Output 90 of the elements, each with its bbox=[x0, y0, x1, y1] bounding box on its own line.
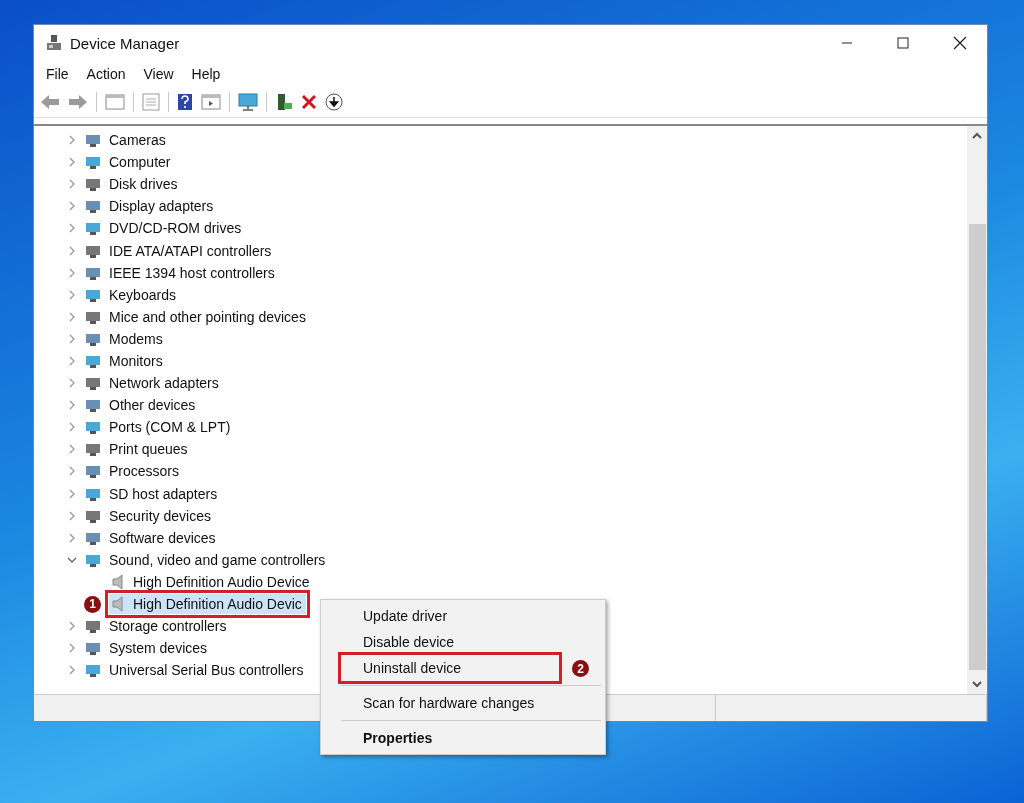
expand-chevron-icon[interactable] bbox=[67, 621, 77, 632]
device-category-icon bbox=[85, 662, 101, 679]
tree-item[interactable]: Mice and other pointing devices bbox=[109, 308, 306, 325]
step-badge: 1 bbox=[84, 595, 101, 613]
scrollbar[interactable] bbox=[967, 126, 987, 694]
tree-item[interactable]: IEEE 1394 host controllers bbox=[109, 264, 275, 281]
expand-chevron-icon[interactable] bbox=[67, 643, 77, 654]
context-menu-item[interactable]: Uninstall device bbox=[341, 655, 559, 681]
back-arrow-icon[interactable] bbox=[40, 94, 60, 110]
scrollbar-thumb[interactable] bbox=[968, 224, 986, 670]
tree-item[interactable]: Computer bbox=[109, 154, 171, 171]
monitor-icon[interactable] bbox=[238, 93, 258, 111]
device-category-icon bbox=[85, 397, 101, 414]
expand-chevron-icon[interactable] bbox=[67, 532, 77, 543]
speaker-icon bbox=[111, 573, 125, 590]
expand-chevron-icon[interactable] bbox=[67, 488, 77, 499]
tree-item[interactable]: Monitors bbox=[109, 353, 163, 369]
help-icon[interactable] bbox=[177, 93, 193, 111]
device-category-icon bbox=[85, 154, 101, 171]
expand-chevron-icon[interactable] bbox=[67, 400, 77, 411]
tree-item[interactable]: Storage controllers bbox=[109, 618, 227, 635]
device-category-icon bbox=[85, 618, 101, 635]
tree-item[interactable]: Sound, video and game controllers bbox=[109, 551, 326, 568]
tree-item[interactable]: Ports (COM & LPT) bbox=[109, 419, 231, 436]
context-menu-item[interactable]: Disable device bbox=[341, 629, 601, 655]
menu-item[interactable]: File bbox=[46, 66, 69, 82]
device-category-icon bbox=[85, 198, 101, 215]
device-category-icon bbox=[85, 353, 101, 369]
device-category-icon bbox=[85, 132, 101, 149]
device-category-icon bbox=[85, 419, 101, 436]
tree-item[interactable]: Modems bbox=[109, 330, 163, 347]
device-category-icon bbox=[85, 463, 101, 480]
maximize-icon[interactable] bbox=[897, 37, 909, 49]
tree-item[interactable]: SD host adapters bbox=[109, 485, 218, 502]
expand-chevron-icon[interactable] bbox=[67, 665, 77, 676]
close-icon[interactable] bbox=[953, 36, 967, 50]
expand-chevron-icon[interactable] bbox=[67, 267, 77, 278]
tree-item[interactable]: System devices bbox=[109, 640, 208, 657]
expand-chevron-icon[interactable] bbox=[67, 444, 77, 455]
expand-chevron-icon[interactable] bbox=[67, 135, 77, 146]
tree-item[interactable]: Keyboards bbox=[109, 286, 176, 303]
tree-item[interactable]: Processors bbox=[109, 463, 180, 480]
tree-item[interactable]: High Definition Audio Device bbox=[109, 571, 314, 592]
speaker-icon bbox=[111, 596, 125, 612]
forward-arrow-icon[interactable] bbox=[68, 94, 88, 110]
expand-chevron-icon[interactable] bbox=[67, 378, 77, 389]
device-category-icon bbox=[85, 640, 101, 657]
tree-item[interactable]: Print queues bbox=[109, 441, 188, 458]
menu-item[interactable]: Help bbox=[191, 66, 221, 82]
expand-chevron-icon[interactable] bbox=[67, 311, 77, 322]
expand-chevron-icon[interactable] bbox=[67, 179, 77, 190]
expand-chevron-icon[interactable] bbox=[67, 245, 77, 256]
tree-item[interactable]: Other devices bbox=[109, 397, 196, 414]
window-icon[interactable] bbox=[201, 94, 221, 110]
expand-chevron-icon[interactable] bbox=[67, 356, 77, 366]
expand-chevron-icon[interactable] bbox=[67, 422, 77, 433]
tree-item[interactable]: Network adapters bbox=[109, 375, 219, 392]
expand-chevron-icon[interactable] bbox=[67, 201, 77, 212]
tree-item[interactable]: Software devices bbox=[109, 529, 216, 546]
tree-item[interactable]: Security devices bbox=[109, 507, 211, 524]
tree-item[interactable]: IDE ATA/ATAPI controllers bbox=[109, 242, 272, 259]
scroll-down-icon[interactable] bbox=[972, 680, 982, 688]
expand-chevron-icon[interactable] bbox=[67, 289, 77, 300]
step-badge: 2 bbox=[572, 660, 589, 677]
tree-item[interactable]: Universal Serial Bus controllers bbox=[109, 662, 304, 679]
device-category-icon bbox=[85, 375, 101, 392]
download-icon[interactable] bbox=[325, 93, 343, 111]
device-icon[interactable] bbox=[275, 93, 293, 111]
menu-item[interactable]: Action bbox=[86, 66, 126, 82]
tree-item[interactable]: DVD/CD-ROM drives bbox=[109, 220, 242, 237]
context-menu-item[interactable]: Update driver bbox=[341, 603, 601, 629]
list-icon[interactable] bbox=[142, 93, 160, 111]
expand-chevron-icon[interactable] bbox=[67, 510, 77, 521]
tree-item[interactable]: Display adapters bbox=[109, 198, 214, 215]
delete-icon[interactable] bbox=[301, 94, 317, 110]
device-category-icon bbox=[85, 176, 101, 193]
device-category-icon bbox=[85, 220, 101, 237]
device-category-icon bbox=[85, 441, 101, 458]
menu-item[interactable]: View bbox=[143, 66, 174, 82]
window-title: Device Manager bbox=[70, 34, 180, 52]
expand-chevron-icon[interactable] bbox=[67, 157, 77, 168]
context-menu-item[interactable]: Properties bbox=[341, 720, 601, 751]
expand-chevron-icon[interactable] bbox=[67, 333, 77, 344]
tree-item[interactable]: Cameras bbox=[109, 132, 166, 149]
expand-chevron-icon[interactable] bbox=[67, 223, 77, 234]
device-manager-icon bbox=[46, 34, 62, 52]
expand-chevron-icon[interactable] bbox=[67, 466, 77, 477]
tree-item[interactable]: Disk drives bbox=[109, 176, 178, 193]
scroll-up-icon[interactable] bbox=[972, 132, 982, 140]
context-menu-item[interactable]: Scan for hardware changes bbox=[341, 685, 601, 716]
